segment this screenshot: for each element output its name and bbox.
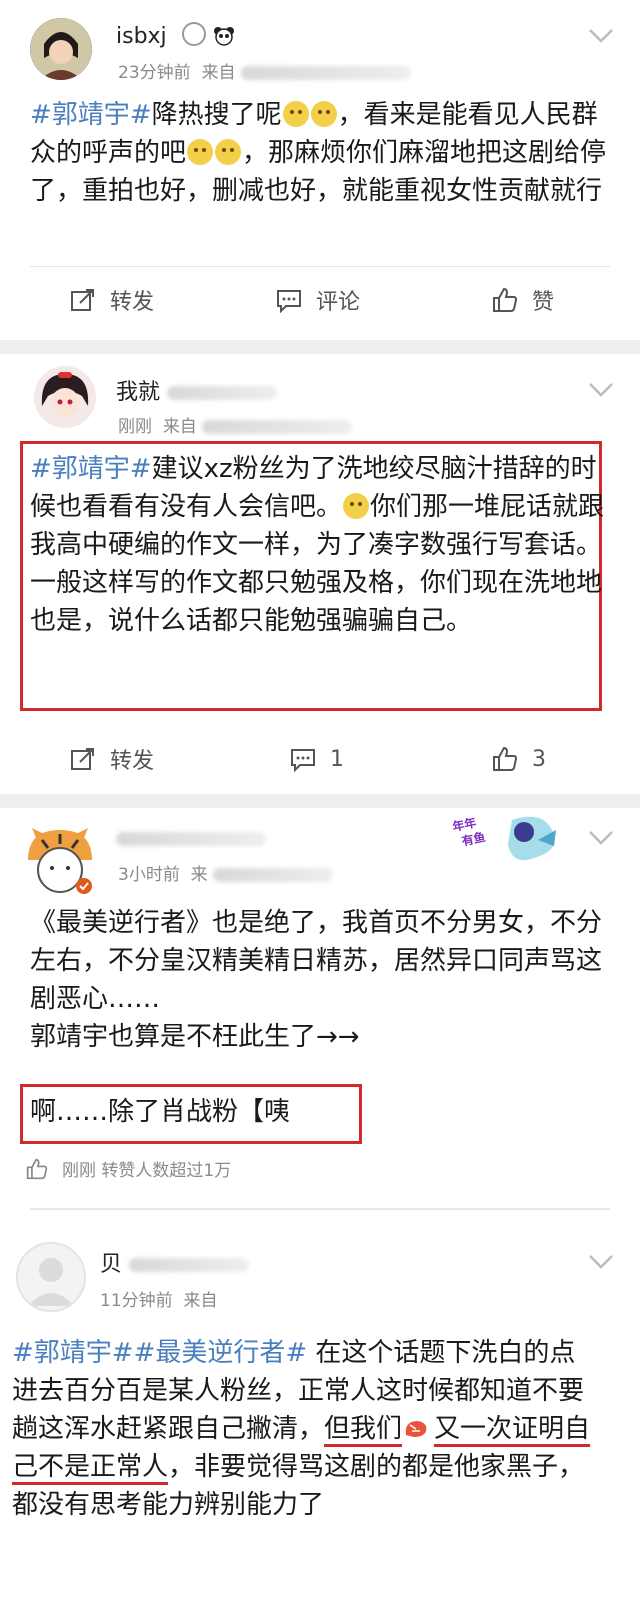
topic-tags[interactable]: #郭靖宇##最美逆行者#	[12, 1338, 307, 1368]
panda-icon	[213, 26, 235, 46]
blurred-username	[167, 386, 278, 400]
post-text: #郭靖宇#降热搜了呢 ，看来是能看见人民群众的呼声的吧 ，那麻烦你们麻溜地把这剧给停…	[30, 100, 607, 206]
post-actions: 转发 评论 赞	[0, 270, 640, 330]
thumbs-up-icon	[493, 287, 518, 312]
avatar[interactable]	[22, 826, 98, 896]
post-meta: 11分钟前 来自	[100, 1291, 218, 1311]
avatar[interactable]	[30, 18, 92, 80]
topic-tag[interactable]: #郭靖宇#	[30, 454, 152, 484]
feed-separator	[0, 340, 640, 354]
topic-tag[interactable]: #郭靖宇#	[30, 100, 152, 130]
comment-button[interactable]: 1	[290, 729, 344, 789]
laugh-cry-emoji-icon	[343, 493, 370, 519]
blurred-source	[240, 66, 411, 80]
chevron-down-icon[interactable]	[588, 1254, 614, 1270]
chevron-down-icon[interactable]	[588, 382, 614, 398]
repost-icon	[71, 289, 94, 311]
post-actions: 转发 1 3	[0, 729, 640, 789]
username[interactable]: 我就	[116, 374, 278, 406]
smile-emoji-icon	[310, 101, 337, 127]
post-text: #郭靖宇##最美逆行者# 在这个话题下洗白的点进去百分百是某人粉丝，正常人这时候…	[12, 1338, 591, 1520]
comment-icon	[291, 749, 315, 772]
post-text: 《最美逆行者》也是绝了，我首页不分男女，不分左右，不分皇汉精美精日精苏，居然异口…	[30, 908, 603, 1052]
post-4: 贝 11分钟前 来自 #郭靖宇##最美逆行者# 在这个话题下洗白的点进去百分百是…	[0, 1210, 640, 1620]
boxed-text: 啊……除了肖战粉【咦	[30, 1097, 291, 1127]
badge-text: 年年 有鱼	[451, 815, 487, 849]
blurred-source	[213, 868, 334, 882]
post-2: 我就 刚刚 来自 #郭靖宇#建议xz粉丝为了洗地绞尽脑汁措辞的时候也看看有没有人…	[0, 354, 640, 794]
blurred-source	[202, 420, 353, 434]
blurred-username	[129, 1258, 250, 1272]
repost-button[interactable]: 转发	[70, 729, 154, 789]
post-meta: 刚刚 来自	[118, 412, 353, 437]
avatar[interactable]	[16, 1242, 86, 1312]
decoration-badge[interactable]: 年年 有鱼	[451, 810, 562, 872]
post-3: 3小时前 来 年年 有鱼 《最美逆行者》也是绝了，我首页不分男女，不分左右，不分…	[0, 808, 640, 1208]
like-button[interactable]: 3	[492, 729, 546, 789]
thumbs-up-icon[interactable]	[26, 1158, 48, 1180]
divider	[30, 266, 610, 267]
post-meta: 23分钟前 来自	[118, 58, 411, 83]
comment-icon	[277, 290, 301, 313]
username[interactable]: isbxj	[116, 22, 235, 49]
smile-emoji-icon	[187, 139, 214, 165]
avatar[interactable]	[34, 366, 96, 428]
username[interactable]: 贝	[100, 1246, 250, 1278]
post-1: isbxj 23分钟前 来自 #郭靖宇#降热搜了呢 ，看来是能看见人民群众的呼声的…	[0, 0, 640, 340]
comment-button[interactable]: 评论	[276, 270, 360, 330]
chevron-down-icon[interactable]	[588, 28, 614, 44]
underlined-text: 但我们	[324, 1414, 403, 1447]
smile-emoji-icon	[282, 101, 309, 127]
repost-icon	[71, 748, 94, 770]
username[interactable]	[116, 826, 266, 851]
repost-button[interactable]: 转发	[70, 270, 154, 330]
post-meta: 3小时前 来	[118, 860, 334, 885]
blurred-username	[116, 832, 266, 846]
feed-separator	[0, 794, 640, 808]
chevron-down-icon[interactable]	[588, 830, 614, 846]
smile-emoji-icon	[215, 139, 242, 165]
thumbs-up-icon	[493, 746, 518, 771]
like-button[interactable]: 赞	[492, 270, 554, 330]
level-badge-icon	[181, 22, 206, 46]
post-footer: 刚刚 转赞人数超过1万	[26, 1156, 231, 1181]
post-text: #郭靖宇#建议xz粉丝为了洗地绞尽脑汁措辞的时候也看看有没有人会信吧。 你们那一堆…	[30, 454, 605, 636]
shrimp-emoji-icon	[402, 1414, 430, 1438]
